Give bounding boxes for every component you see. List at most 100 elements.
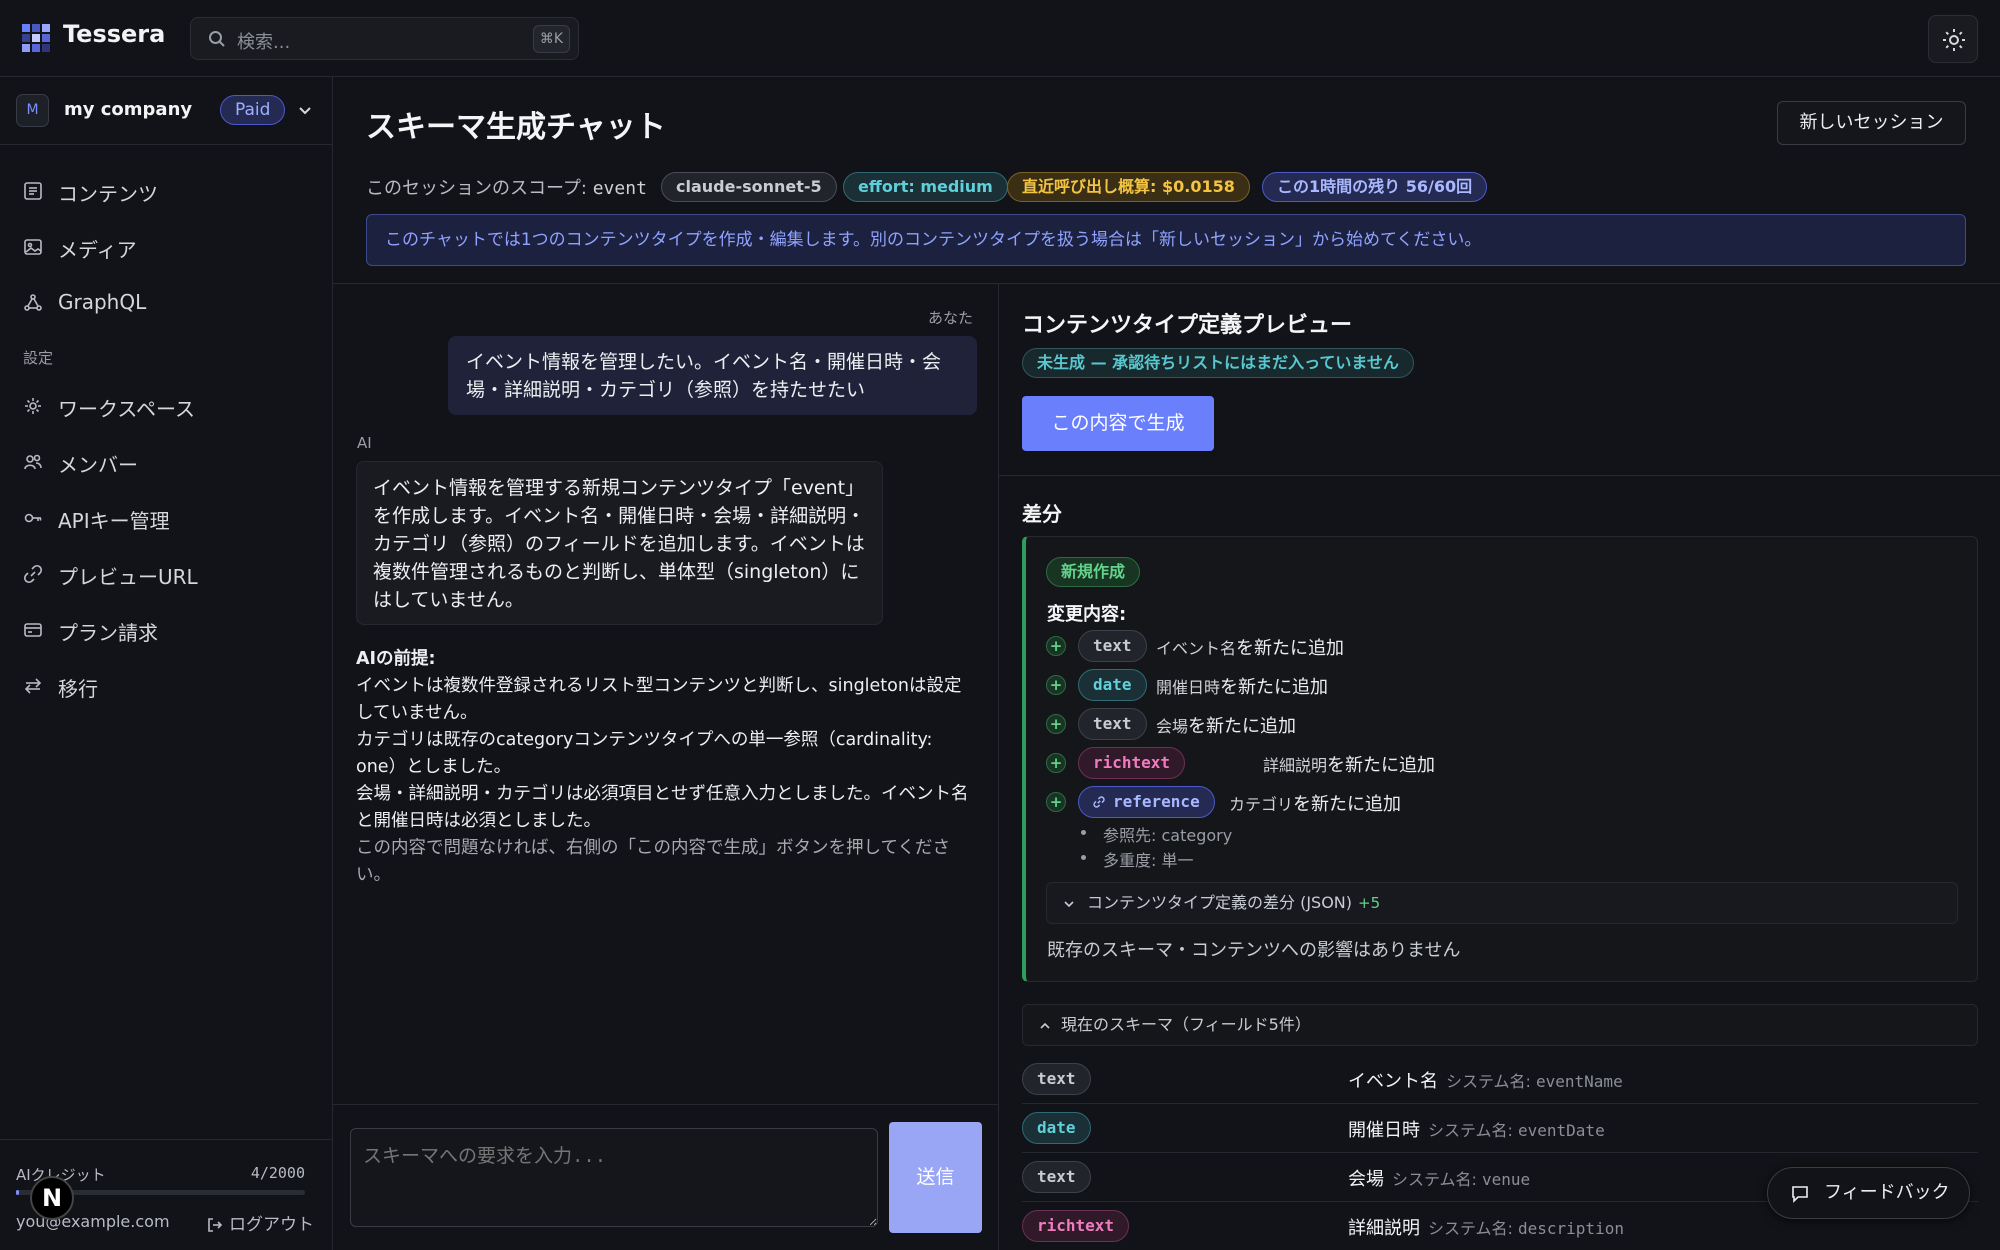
n-badge[interactable]: N bbox=[30, 1176, 74, 1220]
new-session-button[interactable]: 新しいセッション bbox=[1777, 101, 1966, 145]
premises-title: AIの前提: bbox=[356, 649, 436, 669]
sidebar-item-workspace[interactable]: ワークスペース bbox=[0, 382, 333, 430]
gear-icon bbox=[25, 398, 41, 414]
field-type-badge: reference bbox=[1078, 786, 1215, 818]
plan-badge: Paid bbox=[220, 95, 286, 125]
change-suffix: を新たに追加 bbox=[1236, 638, 1345, 659]
sidebar-item-media[interactable]: メディア bbox=[0, 223, 333, 271]
theme-toggle-button[interactable] bbox=[1928, 15, 1978, 63]
user-label: あなた bbox=[928, 309, 974, 327]
search-input[interactable]: 検索... ⌘K bbox=[190, 17, 579, 60]
current-schema-toggle[interactable]: 現在のスキーマ（フィールド5件） bbox=[1022, 1004, 1978, 1046]
logout-button[interactable]: ログアウト bbox=[207, 1210, 314, 1235]
sidebar-item-api-keys[interactable]: APIキー管理 bbox=[0, 494, 333, 542]
system-name-value: venue bbox=[1482, 1170, 1531, 1189]
field-type-badge: richtext bbox=[1078, 747, 1186, 779]
plus-icon: + bbox=[1046, 753, 1066, 773]
sidebar-item-migration[interactable]: 移行 bbox=[0, 662, 333, 710]
system-name: システム名: description bbox=[1428, 1219, 1624, 1238]
feedback-button[interactable]: フィードバック bbox=[1767, 1167, 1970, 1219]
search-icon bbox=[209, 31, 225, 47]
change-suffix: を新たに追加 bbox=[1327, 755, 1436, 776]
sidebar-item-label: 移行 bbox=[58, 677, 98, 701]
sidebar-item-label: プレビューURL bbox=[58, 565, 198, 589]
page-title: スキーマ生成チャット bbox=[366, 110, 666, 145]
sidebar-item-members[interactable]: メンバー bbox=[0, 438, 333, 486]
effort-badge: effort: medium bbox=[843, 172, 1008, 202]
system-name-value: eventDate bbox=[1518, 1121, 1605, 1140]
user-message: イベント情報を管理したい。イベント名・開催日時・会場・詳細説明・カテゴリ（参照）… bbox=[448, 336, 977, 415]
field-type-badge: text bbox=[1078, 708, 1147, 740]
changes-label: 変更内容: bbox=[1047, 604, 1127, 625]
chat-input[interactable] bbox=[350, 1128, 878, 1227]
plus-icon: + bbox=[1046, 675, 1066, 695]
link-icon bbox=[1093, 796, 1105, 808]
change-suffix: を新たに追加 bbox=[1188, 716, 1297, 737]
workspace-name: my company bbox=[64, 99, 193, 120]
sidebar-item-label: コンテンツ bbox=[58, 182, 158, 206]
field-label: 詳細説明 bbox=[1348, 1218, 1420, 1239]
change-field-name: 詳細説明 bbox=[1263, 756, 1328, 775]
ai-label: AI bbox=[357, 434, 372, 452]
scope-label: このセッションのスコープ: bbox=[366, 178, 593, 199]
sidebar-item-preview-url[interactable]: プレビューURL bbox=[0, 550, 333, 598]
sidebar-item-billing[interactable]: プラン請求 bbox=[0, 606, 333, 654]
remaining-badge: この1時間の残り 56/60回 bbox=[1262, 172, 1488, 202]
system-name-prefix: システム名: bbox=[1428, 1219, 1518, 1238]
ai-credit-bar-fill bbox=[16, 1190, 19, 1195]
status-badge: 未生成 — 承認待ちリストにはまだ入っていません bbox=[1022, 348, 1414, 378]
session-scope: このセッションのスコープ: event bbox=[366, 174, 647, 200]
plus-icon: + bbox=[1046, 636, 1066, 656]
chevron-down-icon bbox=[1064, 901, 1074, 908]
credit-card-icon bbox=[24, 623, 42, 637]
sidebar-item-graphql[interactable]: GraphQL bbox=[0, 279, 333, 327]
change-text: カテゴリを新たに追加 bbox=[1229, 790, 1401, 816]
field-type-badge: date bbox=[1022, 1112, 1091, 1144]
current-schema-label: 現在のスキーマ（フィールド5件） bbox=[1061, 1015, 1311, 1034]
new-badge: 新規作成 bbox=[1046, 557, 1141, 587]
sidebar-item-label: プラン請求 bbox=[58, 621, 158, 645]
divider bbox=[998, 283, 999, 1250]
diff-title: 差分 bbox=[1022, 502, 1062, 526]
send-button[interactable]: 送信 bbox=[889, 1122, 982, 1233]
search-shortcut: ⌘K bbox=[532, 25, 570, 53]
sun-icon bbox=[1943, 29, 1965, 51]
model-badge: claude-sonnet-5 bbox=[661, 172, 837, 202]
field-type-label: reference bbox=[1113, 792, 1200, 811]
sidebar: M my company Paid コンテンツ メディア GraphQL 設定 … bbox=[0, 77, 333, 1250]
users-icon bbox=[24, 454, 42, 470]
workspace-switcher[interactable]: M my company Paid bbox=[0, 77, 333, 145]
system-name: システム名: venue bbox=[1392, 1170, 1530, 1189]
settings-section-label: 設定 bbox=[23, 349, 54, 367]
json-diff-count: +5 bbox=[1358, 894, 1381, 912]
generate-button[interactable]: この内容で生成 bbox=[1022, 396, 1214, 451]
search-placeholder: 検索... bbox=[237, 32, 291, 53]
system-name-value: description bbox=[1518, 1219, 1624, 1238]
change-text: イベント名を新たに追加 bbox=[1156, 634, 1344, 660]
system-name-prefix: システム名: bbox=[1446, 1072, 1536, 1091]
brand-name[interactable]: Tessera bbox=[63, 20, 165, 48]
chevron-up-icon bbox=[1040, 1022, 1050, 1029]
change-text: 会場を新たに追加 bbox=[1156, 712, 1296, 738]
field-label: 会場 bbox=[1348, 1169, 1384, 1190]
chevron-down-icon bbox=[299, 107, 311, 115]
change-field-name: 開催日時 bbox=[1156, 678, 1221, 697]
plus-icon: + bbox=[1046, 714, 1066, 734]
graphql-icon bbox=[24, 294, 42, 311]
no-impact-note: 既存のスキーマ・コンテンツへの影響はありません bbox=[1047, 940, 1461, 961]
premise-item: 会場・詳細説明・カテゴリは必須項目とせず任意入力としました。イベント名と開催日時… bbox=[356, 784, 969, 831]
schema-row: text イベント名 システム名: eventName bbox=[1022, 1055, 1978, 1104]
sidebar-item-contents[interactable]: コンテンツ bbox=[0, 167, 333, 215]
tessera-logo-icon bbox=[22, 24, 50, 52]
premise-item: カテゴリは既存のcategoryコンテンツタイプへの単一参照（cardinali… bbox=[356, 730, 933, 777]
system-name-value: eventName bbox=[1536, 1072, 1623, 1091]
link-icon bbox=[23, 564, 43, 584]
change-field-name: 会場 bbox=[1156, 717, 1189, 736]
sidebar-item-label: メディア bbox=[58, 238, 137, 262]
json-diff-toggle[interactable]: コンテンツタイプ定義の差分 (JSON) +5 bbox=[1046, 882, 1958, 924]
system-name-prefix: システム名: bbox=[1392, 1170, 1482, 1189]
plus-icon: + bbox=[1046, 792, 1066, 812]
change-text: 詳細説明を新たに追加 bbox=[1263, 751, 1435, 777]
chat-bubble-icon bbox=[1792, 1186, 1808, 1203]
change-field-name: カテゴリ bbox=[1229, 795, 1294, 814]
